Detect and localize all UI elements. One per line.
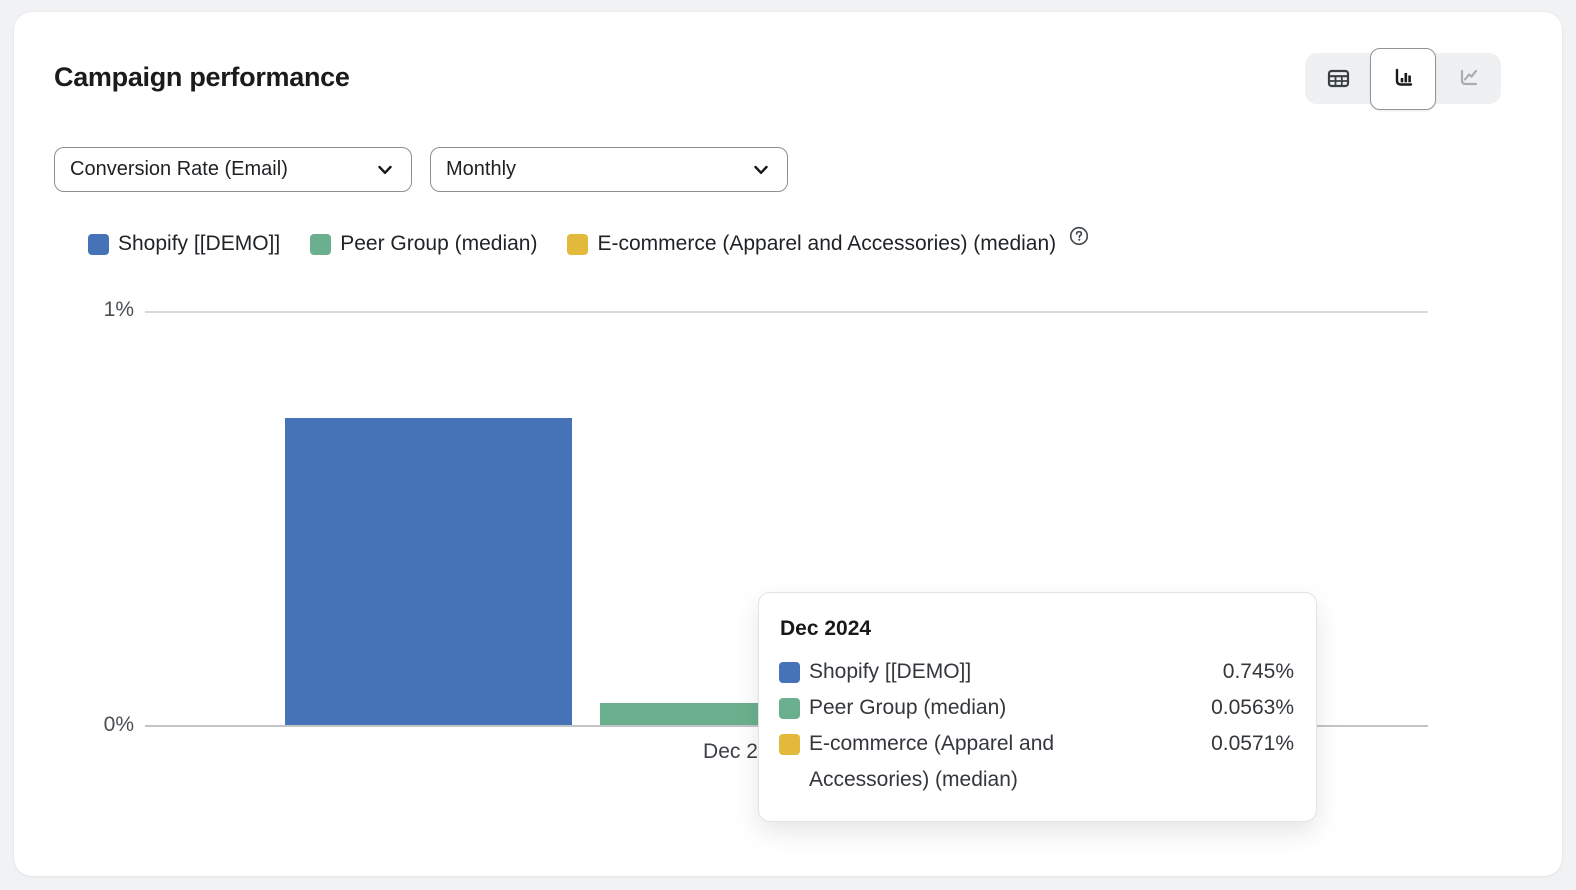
chart-tooltip: Dec 2024 Shopify [[DEMO]] 0.745% Peer Gr… xyxy=(758,592,1317,822)
tooltip-swatch-shopify xyxy=(779,662,800,683)
legend-item-shopify[interactable]: Shopify [[DEMO]] xyxy=(88,232,280,256)
bar-shopify[interactable] xyxy=(285,418,572,726)
page-title: Campaign performance xyxy=(54,62,350,93)
chart-legend: Shopify [[DEMO]] Peer Group (median) E-c… xyxy=(88,232,1090,256)
tooltip-row-peer-group: Peer Group (median) 0.0563% xyxy=(779,690,1294,726)
tooltip-value: 0.0571% xyxy=(1211,726,1294,762)
interval-select[interactable]: Monthly xyxy=(430,147,788,192)
tooltip-title: Dec 2024 xyxy=(780,617,1294,641)
tooltip-value: 0.745% xyxy=(1223,654,1294,690)
legend-swatch-shopify xyxy=(88,234,109,255)
chevron-down-icon xyxy=(750,159,772,181)
gridline-1pct xyxy=(145,311,1428,313)
tooltip-row-ecommerce: E-commerce (Apparel and Accessories) (me… xyxy=(779,726,1294,798)
legend-label: Shopify [[DEMO]] xyxy=(118,232,280,256)
tooltip-label: E-commerce (Apparel and Accessories) (me… xyxy=(809,726,1109,798)
legend-label: Peer Group (median) xyxy=(340,232,537,256)
y-axis-tick-1pct: 1% xyxy=(72,298,134,322)
table-view-button[interactable] xyxy=(1306,55,1370,102)
table-icon xyxy=(1325,65,1352,92)
help-icon[interactable] xyxy=(1068,225,1090,247)
chevron-down-icon xyxy=(374,159,396,181)
campaign-performance-card: Campaign performance xyxy=(14,12,1562,876)
legend-label: E-commerce (Apparel and Accessories) (me… xyxy=(597,232,1056,256)
legend-swatch-ecommerce xyxy=(567,234,588,255)
tooltip-swatch-peer-group xyxy=(779,698,800,719)
metric-select[interactable]: Conversion Rate (Email) xyxy=(54,147,412,192)
bar-chart-icon xyxy=(1389,65,1417,93)
legend-swatch-peer-group xyxy=(310,234,331,255)
tooltip-label: Peer Group (median) xyxy=(809,690,1109,726)
tooltip-swatch-ecommerce xyxy=(779,734,800,755)
y-axis-tick-0pct: 0% xyxy=(72,713,134,737)
tooltip-label: Shopify [[DEMO]] xyxy=(809,654,1109,690)
line-chart-icon xyxy=(1455,65,1482,92)
interval-select-value: Monthly xyxy=(446,158,516,181)
view-toggle xyxy=(1305,53,1501,104)
metric-select-value: Conversion Rate (Email) xyxy=(70,158,288,181)
line-chart-view-button[interactable] xyxy=(1436,55,1500,102)
bar-chart-view-button[interactable] xyxy=(1370,48,1436,110)
legend-item-ecommerce[interactable]: E-commerce (Apparel and Accessories) (me… xyxy=(567,232,1056,256)
tooltip-value: 0.0563% xyxy=(1211,690,1294,726)
legend-item-peer-group[interactable]: Peer Group (median) xyxy=(310,232,537,256)
tooltip-row-shopify: Shopify [[DEMO]] 0.745% xyxy=(779,654,1294,690)
